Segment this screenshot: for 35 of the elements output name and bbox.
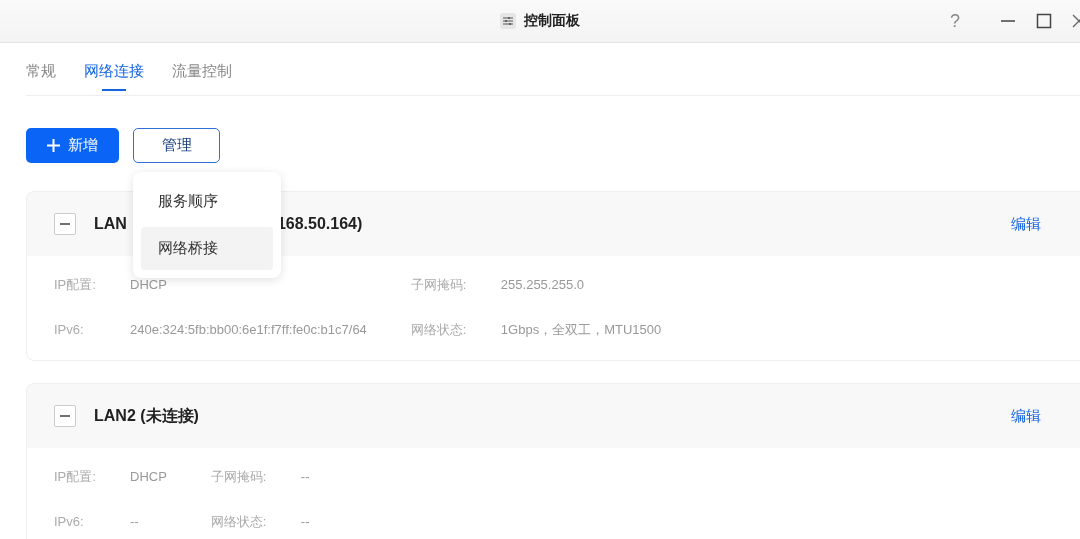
manage-button[interactable]: 管理 — [133, 128, 220, 163]
tab[interactable]: 流量控制 — [172, 53, 232, 89]
field-value: DHCP — [130, 469, 168, 484]
menu-item[interactable]: 网络桥接 — [141, 227, 273, 270]
field-value: 240e:324:5fb:bb00:6e1f:f7ff:fe0c:b1c7/64 — [130, 322, 368, 337]
field-label: IP配置: — [54, 275, 96, 294]
field-label: 子网掩码: — [210, 467, 267, 486]
menu-item[interactable]: 服务顺序 — [141, 180, 273, 223]
add-button[interactable]: 新增 — [26, 128, 119, 163]
interface-title: LAN2 (未连接) — [94, 405, 199, 426]
plus-icon — [47, 139, 60, 152]
field-label: 子网掩码: — [410, 275, 467, 294]
tab[interactable]: 常规 — [26, 53, 56, 89]
edit-link[interactable]: 编辑 — [1011, 406, 1041, 426]
collapse-toggle[interactable] — [54, 405, 76, 427]
sliders-icon — [500, 13, 516, 29]
edit-link[interactable]: 编辑 — [1011, 214, 1041, 234]
field-label: IP配置: — [54, 467, 96, 486]
field-value: -- — [130, 514, 140, 529]
collapse-toggle[interactable] — [54, 213, 76, 235]
field-value: -- — [300, 469, 311, 484]
window-title: 控制面板 — [524, 12, 580, 30]
maximize-icon[interactable] — [1036, 13, 1052, 29]
field-label: IPv6: — [54, 514, 84, 529]
field-value: -- — [300, 514, 311, 529]
field-label: 网络状态: — [210, 512, 267, 531]
field-label: IPv6: — [54, 322, 84, 337]
tab[interactable]: 网络连接 — [84, 53, 144, 89]
field-value: 255.255.255.0 — [500, 277, 585, 292]
field-label: 网络状态: — [410, 320, 467, 339]
help-button[interactable]: ? — [950, 10, 960, 32]
field-value: DHCP — [130, 277, 168, 292]
interface-title: LAN — [94, 215, 127, 233]
field-value: 1Gbps，全双工，MTU1500 — [500, 320, 663, 339]
interface-title: 168.50.164) — [276, 215, 363, 233]
